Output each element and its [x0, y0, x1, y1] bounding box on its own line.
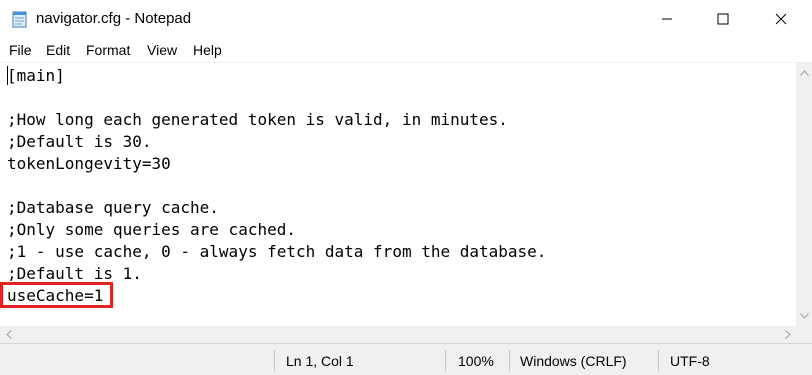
zoom-level: 100% [458, 353, 494, 369]
encoding: UTF-8 [670, 353, 710, 369]
chevron-up-icon [799, 69, 809, 76]
editor-line: ;Only some queries are cached. [7, 220, 296, 239]
notepad-icon [12, 11, 27, 28]
title-bar[interactable]: navigator.cfg - Notepad [0, 0, 812, 38]
scroll-left-button[interactable] [0, 326, 17, 343]
text-caret [7, 66, 8, 85]
cursor-position: Ln 1, Col 1 [286, 353, 354, 369]
close-button[interactable] [758, 0, 804, 38]
vertical-scrollbar[interactable] [796, 62, 812, 326]
minimize-icon [662, 18, 672, 20]
status-divider [445, 350, 446, 372]
editor-line: tokenLongevity=30 [7, 154, 171, 173]
menu-help[interactable]: Help [193, 42, 222, 58]
chevron-left-icon [5, 330, 12, 339]
scroll-right-button[interactable] [779, 326, 796, 343]
menu-view[interactable]: View [147, 42, 177, 58]
chevron-right-icon [784, 330, 791, 339]
notepad-window: navigator.cfg - Notepad File Edit Format… [0, 0, 812, 375]
editor-line: [main] [7, 66, 65, 85]
editor-line: ;How long each generated token is valid,… [7, 110, 508, 129]
editor-line: ;1 - use cache, 0 - always fetch data fr… [7, 242, 547, 261]
maximize-icon [717, 13, 729, 25]
editor-line: ;Database query cache. [7, 198, 219, 217]
scroll-down-button[interactable] [796, 307, 812, 324]
chevron-down-icon [799, 312, 809, 319]
editor-line: ;Default is 30. [7, 132, 152, 151]
horizontal-scrollbar[interactable] [0, 326, 796, 343]
maximize-button[interactable] [700, 0, 746, 38]
window-title: navigator.cfg - Notepad [36, 10, 192, 27]
menu-file[interactable]: File [9, 42, 32, 58]
scrollbar-corner [796, 326, 812, 343]
status-bar: Ln 1, Col 1 100% Windows (CRLF) UTF-8 [0, 343, 812, 375]
scroll-up-button[interactable] [796, 64, 812, 81]
highlight-box [0, 282, 113, 308]
text-editor[interactable]: [main] ;How long each generated token is… [0, 62, 796, 327]
menu-format[interactable]: Format [86, 42, 130, 58]
status-divider [274, 350, 275, 372]
close-icon [775, 13, 787, 25]
menu-edit[interactable]: Edit [46, 42, 70, 58]
line-endings: Windows (CRLF) [520, 353, 627, 369]
menu-bar: File Edit Format View Help [0, 38, 812, 62]
status-divider [658, 350, 659, 372]
minimize-button[interactable] [644, 0, 690, 38]
status-divider [509, 350, 510, 372]
